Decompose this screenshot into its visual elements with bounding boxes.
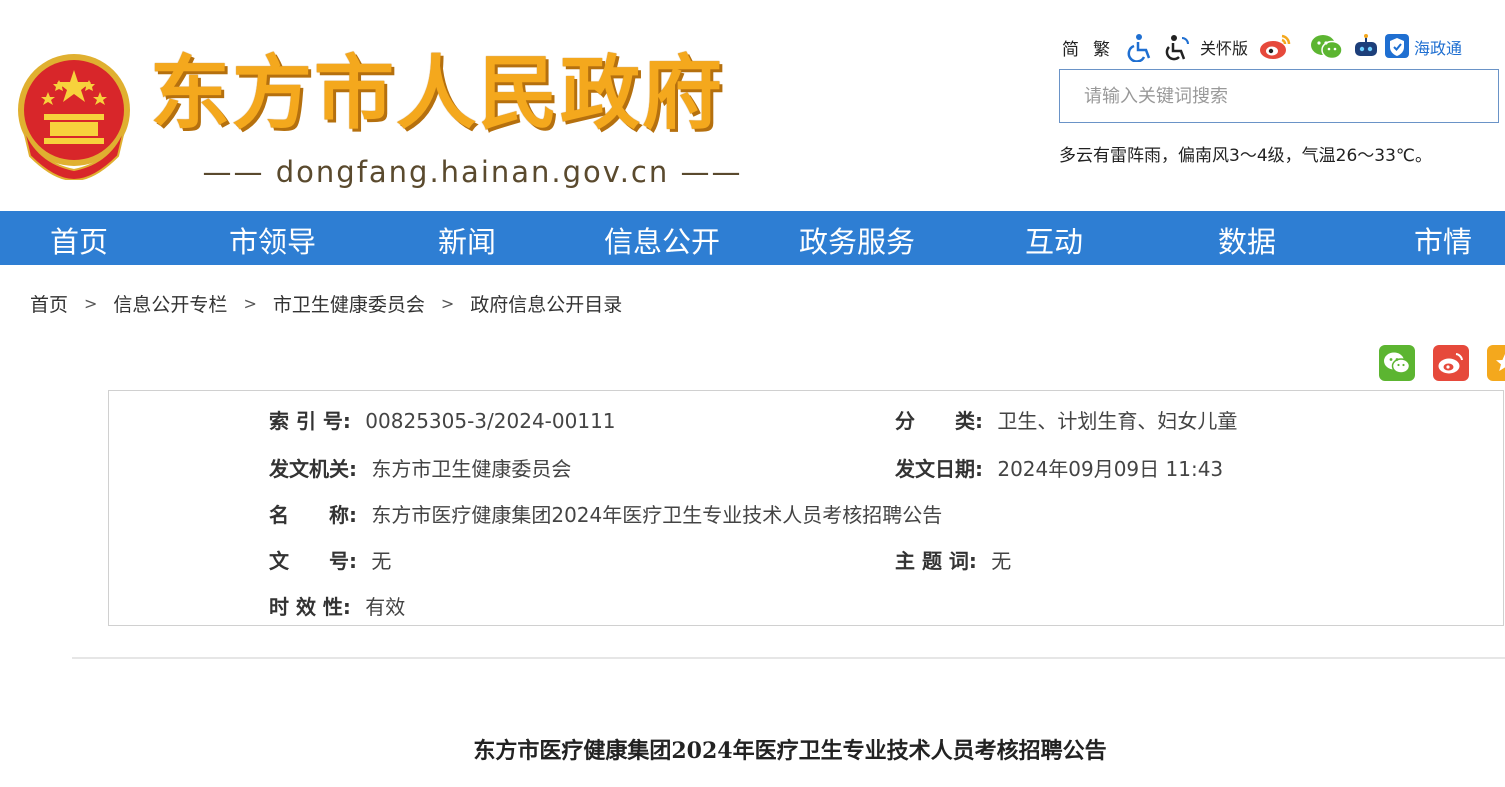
breadcrumb-home[interactable]: 首页 — [30, 290, 68, 317]
info-label: 主 题 词: — [895, 549, 977, 573]
traditional-chinese-link[interactable]: 繁 — [1093, 35, 1110, 60]
info-value: 东方市卫生健康委员会 — [371, 457, 572, 481]
weibo-icon — [1438, 353, 1463, 374]
breadcrumb-disclosure-catalog[interactable]: 政府信息公开目录 — [470, 290, 622, 317]
info-label: 索 引 号: — [269, 409, 351, 433]
site-header: 东方市人民政府 —— dongfang.hainan.gov.cn —— 简 繁… — [0, 0, 1505, 211]
simplified-chinese-link[interactable]: 简 — [1062, 35, 1079, 60]
article-title: 东方市医疗健康集团2024年医疗卫生专业技术人员考核招聘公告 — [473, 738, 1107, 764]
header-tools: 简 繁 关怀版 海政通 — [1062, 30, 1462, 64]
nav-item-news[interactable]: 新闻 — [438, 211, 496, 265]
info-label: 分 类: — [895, 409, 983, 433]
info-label: 发文机关: — [269, 457, 357, 481]
wechat-icon — [1384, 352, 1411, 374]
share-weibo-button[interactable] — [1433, 345, 1469, 381]
site-domain: —— dongfang.hainan.gov.cn —— — [202, 155, 743, 189]
nav-item-data[interactable]: 数据 — [1218, 211, 1276, 265]
info-value: 东方市医疗健康集团2024年医疗卫生专业技术人员考核招聘公告 — [371, 503, 943, 527]
info-label: 发文日期: — [895, 457, 983, 481]
info-value: 卫生、计划生育、妇女儿童 — [997, 409, 1238, 433]
info-doc-name: 名 称: 东方市医疗健康集团2024年医疗卫生专业技术人员考核招聘公告 — [269, 499, 942, 528]
info-doc-no: 文 号: 无 — [269, 545, 391, 574]
hainan-app-link[interactable]: 海政通 — [1414, 35, 1462, 59]
info-issuer: 发文机关: 东方市卫生健康委员会 — [269, 453, 571, 482]
breadcrumb-disclosure-column[interactable]: 信息公开专栏 — [113, 290, 227, 317]
share-favorite-button[interactable] — [1487, 345, 1505, 381]
nav-item-city-info[interactable]: 市情 — [1414, 211, 1472, 265]
breadcrumb: 首页 > 信息公开专栏 > 市卫生健康委员会 > 政府信息公开目录 — [30, 290, 622, 317]
info-label: 名 称: — [269, 503, 357, 527]
breadcrumb-separator: > — [84, 294, 98, 313]
info-value: 无 — [371, 549, 392, 573]
care-mode-icon[interactable] — [1162, 32, 1192, 62]
info-value: 无 — [991, 549, 1012, 573]
info-issue-date: 发文日期: 2024年09月09日 11:43 — [895, 453, 1223, 482]
content-divider — [72, 657, 1505, 659]
info-category: 分 类: 卫生、计划生育、妇女儿童 — [895, 405, 1237, 434]
robot-assistant-icon[interactable] — [1350, 33, 1382, 61]
info-validity: 时 效 性: 有效 — [269, 591, 405, 620]
star-icon — [1496, 354, 1505, 371]
care-mode-link[interactable]: 关怀版 — [1200, 35, 1248, 59]
site-name: 东方市人民政府 — [150, 47, 724, 140]
weather-info: 多云有雷阵雨，偏南风3～4级，气温26～33℃。 — [1059, 146, 1432, 166]
wechat-icon[interactable] — [1310, 33, 1344, 61]
info-index-no: 索 引 号: 00825305-3/2024-00111 — [269, 405, 616, 434]
info-label: 时 效 性: — [269, 595, 351, 619]
breadcrumb-separator: > — [440, 294, 455, 313]
search-box — [1059, 69, 1499, 123]
document-info-table: 索 引 号: 00825305-3/2024-00111 分 类: 卫生、计划生… — [108, 390, 1504, 626]
info-keywords: 主 题 词: 无 — [895, 545, 1011, 574]
info-value: 有效 — [365, 595, 406, 619]
main-nav: 首页 市领导 新闻 信息公开 政务服务 互动 数据 市情 — [0, 211, 1505, 265]
breadcrumb-health-commission[interactable]: 市卫生健康委员会 — [273, 290, 425, 317]
info-value: 2024年09月09日 11:43 — [997, 457, 1224, 481]
nav-item-leaders[interactable]: 市领导 — [229, 211, 316, 265]
nav-item-services[interactable]: 政务服务 — [799, 211, 915, 265]
nav-item-disclosure[interactable]: 信息公开 — [604, 211, 720, 265]
share-wechat-button[interactable] — [1379, 345, 1415, 381]
weibo-icon[interactable] — [1258, 33, 1292, 61]
breadcrumb-separator: > — [243, 294, 257, 313]
accessibility-icon[interactable] — [1124, 32, 1154, 62]
search-input[interactable] — [1060, 70, 1498, 122]
nav-item-interaction[interactable]: 互动 — [1025, 211, 1083, 265]
nav-item-home[interactable]: 首页 — [50, 211, 108, 265]
shield-app-icon[interactable] — [1384, 33, 1410, 61]
info-label: 文 号: — [269, 549, 357, 573]
info-value: 00825305-3/2024-00111 — [365, 409, 616, 433]
national-emblem-icon — [18, 54, 130, 180]
